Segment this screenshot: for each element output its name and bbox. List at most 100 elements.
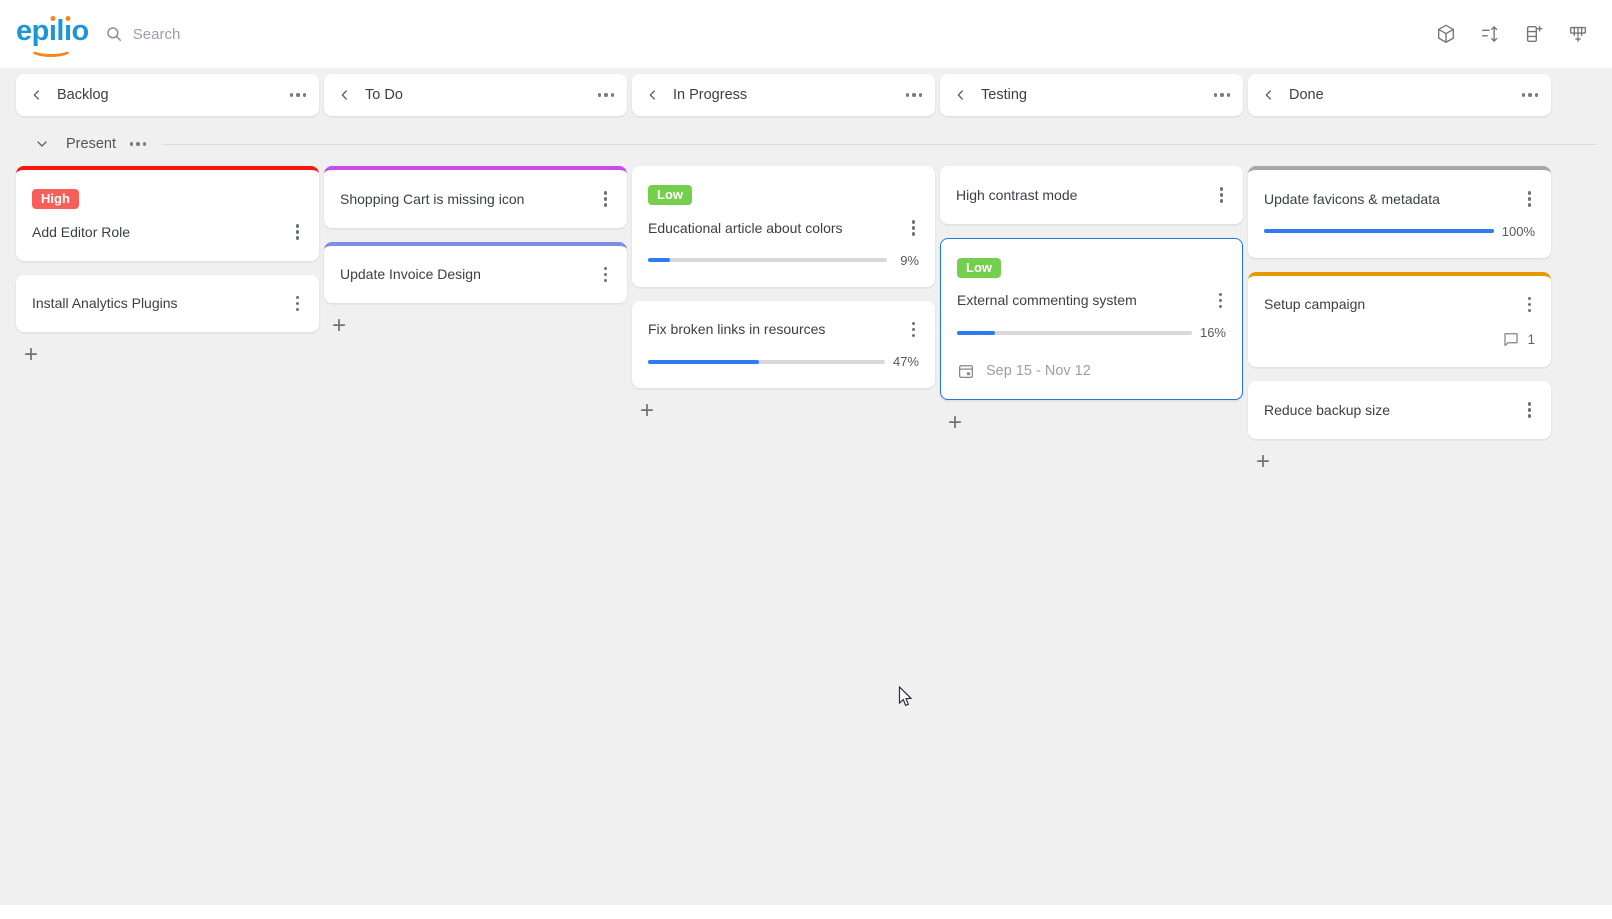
column-cards: LowEducational article about colors9% Fix… [632,166,935,471]
column-menu-button[interactable] [906,89,923,101]
card[interactable]: Install Analytics Plugins [16,275,319,333]
collapse-column-icon[interactable] [337,87,353,103]
collapse-column-icon[interactable] [953,87,969,103]
column-menu-button[interactable] [290,89,307,101]
card-title-row: Fix broken links in resources [648,320,919,340]
column-header[interactable]: Done [1248,74,1551,116]
logo-smile [29,41,73,57]
card-menu-button[interactable] [292,294,304,314]
progress-bar [648,258,887,262]
add-card-button[interactable]: + [24,346,42,364]
card-title-row: Shopping Cart is missing icon [340,189,611,209]
card[interactable]: Setup campaign1 [1248,272,1551,368]
card-menu-button[interactable] [1524,295,1536,315]
card-menu-button[interactable] [600,189,612,209]
add-card-button[interactable]: + [332,317,350,335]
columns-row: HighAdd Editor Role Install Analytics Plu… [16,166,1596,471]
add-card-button[interactable]: + [640,402,658,420]
card[interactable]: High contrast mode [940,166,1243,224]
card-title-row: Update favicons & metadata [1264,189,1535,209]
swimlane-menu-button[interactable] [130,138,147,150]
progress-bar [957,331,1192,335]
column-cards: High contrast mode Low External commenting… [940,166,1243,471]
logo-letter: ı [64,15,72,47]
card[interactable]: Fix broken links in resources 47% [632,301,935,389]
toolbar [1434,22,1590,46]
card-title: Update Invoice Design [340,266,481,282]
package-icon[interactable] [1434,22,1458,46]
collapse-column-icon[interactable] [1261,87,1277,103]
column-menu-button[interactable] [1214,89,1231,101]
card-title-row: Reduce backup size [1264,400,1535,420]
card-title: External commenting system [957,292,1137,308]
card[interactable]: HighAdd Editor Role [16,166,319,261]
card[interactable]: Update Invoice Design [324,242,627,304]
calendar-icon [957,362,975,380]
card-menu-button[interactable] [600,265,612,285]
card-menu-button[interactable] [908,218,920,238]
progress-row: 100% [1264,224,1535,239]
card-title: Shopping Cart is missing icon [340,191,524,207]
search-bar[interactable] [105,25,1434,43]
progress-fill [648,258,670,262]
collapse-column-icon[interactable] [29,87,45,103]
column-title: In Progress [673,87,747,103]
kanban-board: BacklogTo Do In Progress Testing Done Prese… [0,68,1612,905]
card[interactable]: LowEducational article about colors9% [632,166,935,287]
card-menu-button[interactable] [1216,185,1228,205]
add-card-button[interactable]: + [1256,453,1274,471]
add-card-button[interactable]: + [948,414,966,432]
column-cards: Shopping Cart is missing icon Update Invo… [324,166,627,471]
progress-fill [1264,229,1494,233]
card-title: Update favicons & metadata [1264,191,1440,207]
card[interactable]: Low External commenting system 16% Sep 15 -… [940,238,1243,401]
card-date-range: Sep 15 - Nov 12 [986,363,1091,379]
card[interactable]: Update favicons & metadata 100% [1248,166,1551,258]
card-menu-button[interactable] [1524,400,1536,420]
search-input[interactable] [133,26,553,43]
card-menu-button[interactable] [908,320,920,340]
card-title-row: Setup campaign [1264,295,1535,315]
column-menu-button[interactable] [598,89,615,101]
add-column-icon[interactable] [1522,22,1546,46]
card-title: Install Analytics Plugins [32,295,178,311]
search-icon [105,25,123,43]
app-logo[interactable]: epılıo [16,15,89,54]
progress-label: 47% [893,354,919,369]
progress-label: 16% [1200,325,1226,340]
column-header[interactable]: To Do [324,74,627,116]
swimlane-title: Present [66,136,116,152]
priority-badge: Low [957,258,1001,278]
card-title-row: Educational article about colors [648,218,919,238]
horizontal-scrollbar-track[interactable] [0,905,1612,919]
top-bar: epılıo [0,0,1612,68]
column-header[interactable]: Backlog [16,74,319,116]
card-menu-button[interactable] [292,222,304,242]
card-title: Add Editor Role [32,224,130,240]
sort-icon[interactable] [1478,22,1502,46]
add-swimlane-icon[interactable] [1566,22,1590,46]
column-title: Done [1289,87,1324,103]
collapse-swimlane-icon[interactable] [34,136,50,152]
progress-row: 47% [648,354,919,369]
swimlane-divider [162,144,1596,145]
progress-row: 16% [957,325,1226,340]
card-menu-button[interactable] [1524,189,1536,209]
card-menu-button[interactable] [1215,291,1227,311]
card-date-row: Sep 15 - Nov 12 [957,362,1226,380]
card-title: Reduce backup size [1264,402,1390,418]
logo-letter: e [16,15,32,47]
column-header[interactable]: In Progress [632,74,935,116]
card-title: Setup campaign [1264,296,1365,312]
column-header[interactable]: Testing [940,74,1243,116]
progress-fill [648,360,759,364]
column-menu-button[interactable] [1522,89,1539,101]
progress-label: 100% [1502,224,1535,239]
collapse-column-icon[interactable] [645,87,661,103]
logo-letter: o [72,15,89,47]
card[interactable]: Shopping Cart is missing icon [324,166,627,228]
column-headers-row: BacklogTo Do In Progress Testing Done [16,74,1596,116]
comment-icon [1502,330,1520,348]
column-title: Testing [981,87,1027,103]
card[interactable]: Reduce backup size [1248,381,1551,439]
